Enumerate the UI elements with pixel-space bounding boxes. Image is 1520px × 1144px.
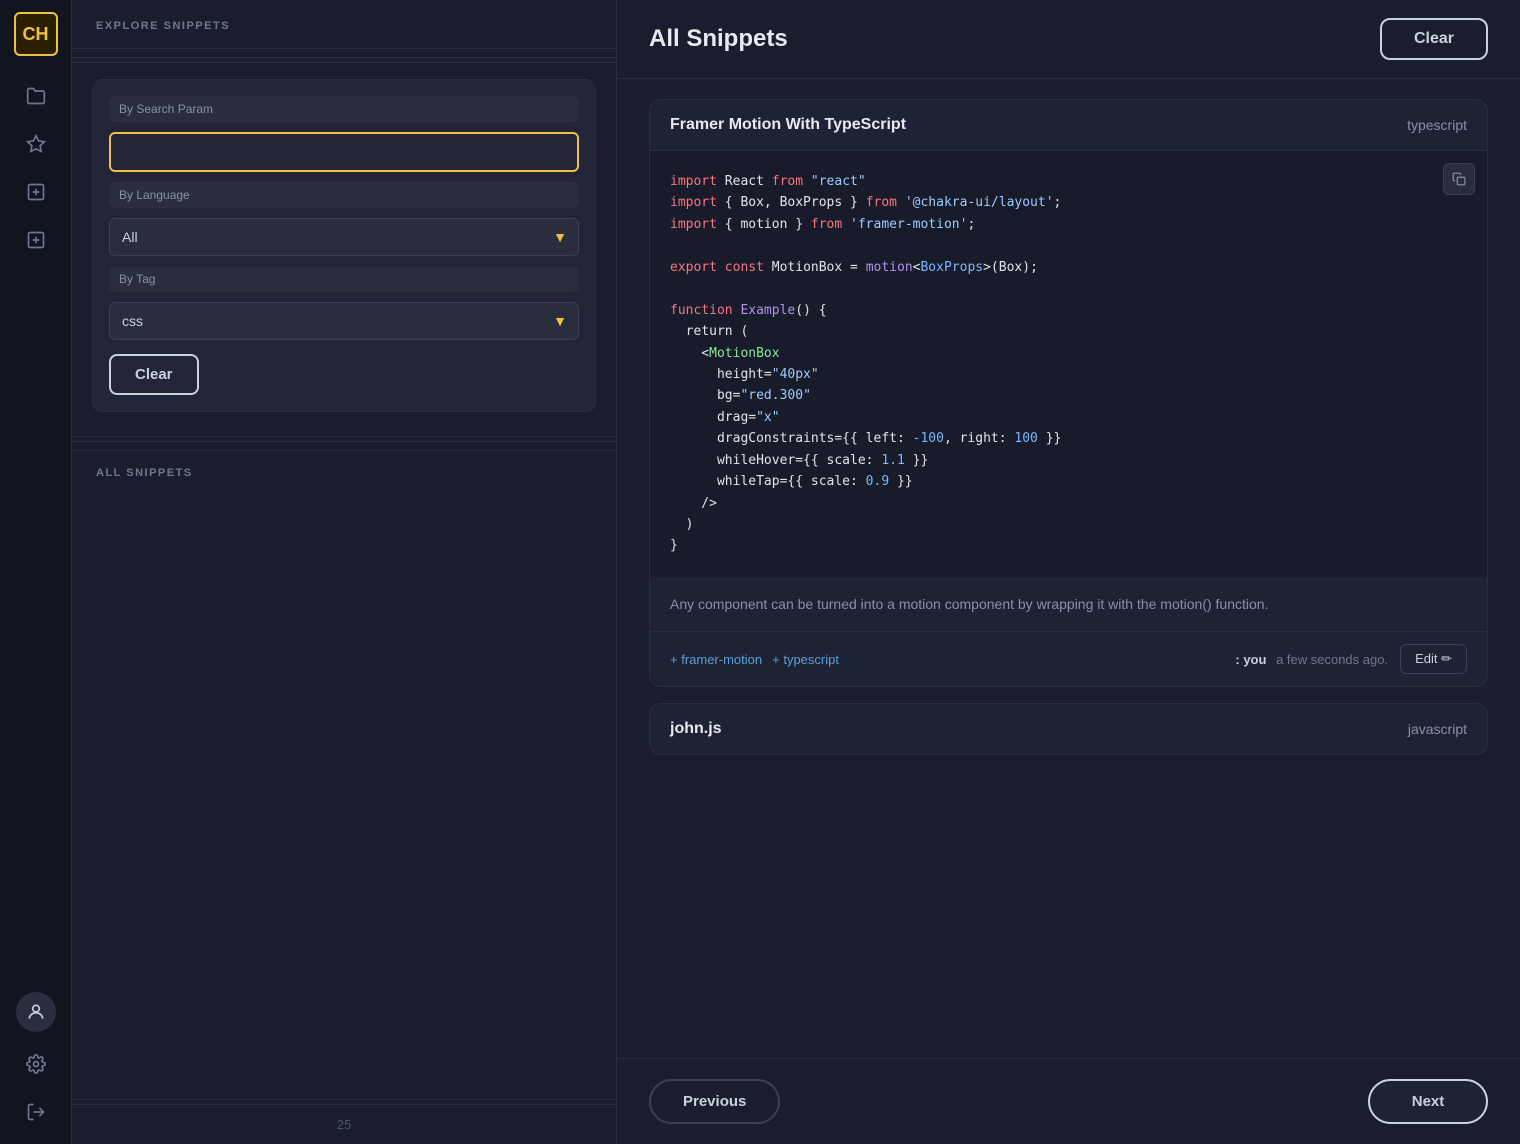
tag-select-wrapper: css javascript typescript react framer-m… [109,302,579,340]
user-icon[interactable] [16,992,56,1032]
language-label: By Language [109,182,579,208]
left-panel: EXPLORE SNIPPETS By Search Param By Lang… [72,0,617,1144]
code-content: import React from "react" import { Box, … [670,171,1467,557]
logo[interactable]: CH [14,12,58,56]
snippet-description: Any component can be turned into a motio… [650,577,1487,631]
snippet-card-header: Framer Motion With TypeScript typescript [650,100,1487,151]
folder-icon[interactable] [16,76,56,116]
add-snippet-icon[interactable] [16,172,56,212]
search-input[interactable] [109,132,579,172]
second-snippet-card: john.js javascript [649,703,1488,755]
page-title: All Snippets [649,25,788,53]
logout-icon[interactable] [16,1092,56,1132]
snippet-timestamp: a few seconds ago. [1276,652,1388,667]
all-snippets-section-header: ALL SNIPPETS [72,450,616,489]
filter-clear-button[interactable]: Clear [109,354,199,395]
snippet-language: typescript [1407,117,1467,133]
snippet-meta: : you a few seconds ago. Edit ✏ [1235,644,1467,674]
search-param-label: By Search Param [109,96,579,122]
filter-box: By Search Param By Language All JavaScri… [92,79,596,412]
explore-snippets-header: EXPLORE SNIPPETS [72,0,616,49]
second-snippet-language: javascript [1408,721,1467,737]
tag-typescript[interactable]: + typescript [772,652,839,667]
author-label: : you [1235,652,1266,667]
main-clear-button[interactable]: Clear [1380,18,1488,60]
snippet-tags: + framer-motion + typescript [670,652,839,667]
edit-button[interactable]: Edit ✏ [1400,644,1467,674]
language-select[interactable]: All JavaScript TypeScript CSS HTML Pytho… [109,218,579,256]
snippet-card: Framer Motion With TypeScript typescript… [649,99,1488,687]
main-content: All Snippets Clear Framer Motion With Ty… [617,0,1520,1144]
language-select-wrapper: All JavaScript TypeScript CSS HTML Pytho… [109,218,579,256]
snippets-area: Framer Motion With TypeScript typescript… [617,79,1520,1058]
add-collection-icon[interactable] [16,220,56,260]
sidebar: CH [0,0,72,1144]
page-number: 25 [72,1105,616,1144]
second-snippet-header: john.js javascript [650,704,1487,754]
previous-button[interactable]: Previous [649,1079,780,1124]
next-button[interactable]: Next [1368,1079,1488,1124]
bottom-nav: Previous Next [617,1058,1520,1144]
tag-label: By Tag [109,266,579,292]
top-bar: All Snippets Clear [617,0,1520,79]
code-block: import React from "react" import { Box, … [650,151,1487,577]
settings-icon[interactable] [16,1044,56,1084]
copy-button[interactable] [1443,163,1475,195]
tag-framer-motion[interactable]: + framer-motion [670,652,762,667]
snippet-title: Framer Motion With TypeScript [670,116,906,134]
second-snippet-title: john.js [670,720,722,738]
magic-icon[interactable] [16,124,56,164]
tag-select[interactable]: css javascript typescript react framer-m… [109,302,579,340]
snippet-footer: + framer-motion + typescript : you a few… [650,631,1487,686]
snippet-author: : you a few seconds ago. [1235,652,1388,667]
